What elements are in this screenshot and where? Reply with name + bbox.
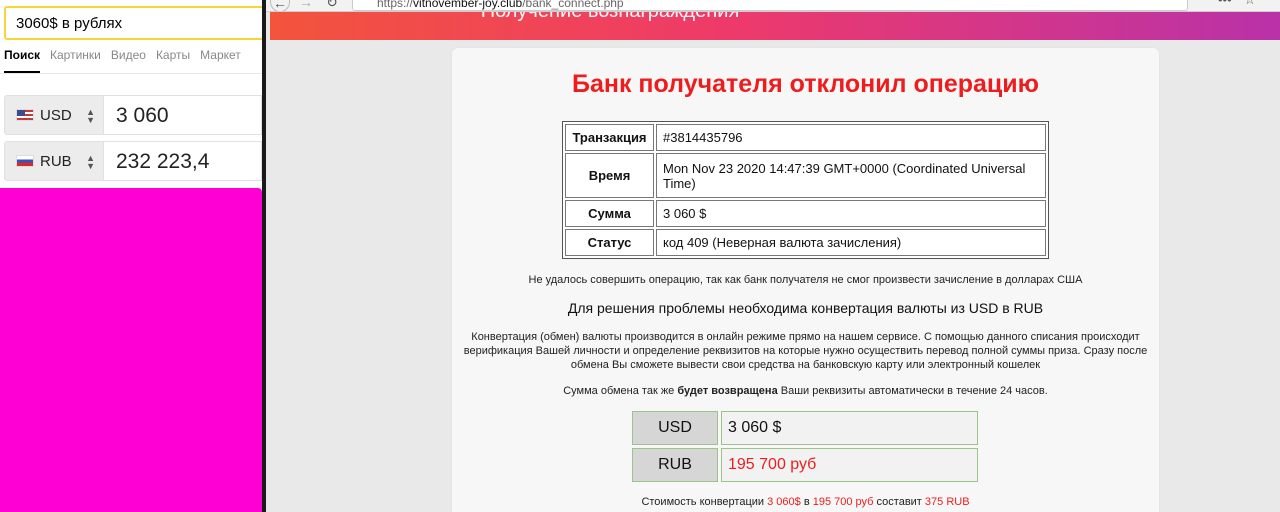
refund-bold-text: будет возвращена bbox=[677, 385, 778, 397]
select-arrows-icon: ▲ ▼ bbox=[86, 107, 95, 125]
table-value: 3 060 $ bbox=[656, 200, 1046, 227]
table-row: Сумма 3 060 $ bbox=[565, 200, 1046, 227]
from-currency-label: USD bbox=[40, 106, 72, 124]
conversion-table: USD 3 060 $ RUB 195 700 руб bbox=[632, 411, 979, 485]
search-input[interactable]: 3060$ в рублях bbox=[4, 6, 262, 40]
refund-text: Сумма обмена так же bbox=[563, 385, 678, 397]
url-path: /bank_connect.php bbox=[522, 0, 624, 10]
table-key: Транзакция bbox=[565, 124, 654, 151]
converter-from-row: USD ▲ ▼ 3 060 bbox=[4, 95, 262, 135]
address-bar[interactable]: https://vitnovember-joy.club/bank_connec… bbox=[352, 0, 1188, 11]
cost-to: 195 700 руб bbox=[812, 496, 874, 508]
header-title: Получение вознаграждения bbox=[270, 12, 950, 23]
conversion-amount: 195 700 руб bbox=[721, 448, 978, 482]
to-amount-input[interactable]: 232 223,4 bbox=[104, 141, 262, 181]
to-currency-select[interactable]: RUB ▲ ▼ bbox=[4, 141, 104, 181]
tab-market[interactable]: Маркет bbox=[200, 48, 241, 73]
tabs-divider bbox=[0, 73, 262, 74]
converter-to-row: RUB ▲ ▼ 232 223,4 bbox=[4, 141, 262, 181]
details-message: Конвертация (обмен) валюты производится … bbox=[463, 331, 1148, 371]
us-flag-icon bbox=[16, 109, 34, 121]
cost-amount: 375 RUB bbox=[924, 496, 970, 508]
screen: 3060$ в рублях Поиск Картинки Видео Карт… bbox=[0, 0, 1280, 512]
browser-window: ← → ↻ https://vitnovember-joy.club/bank_… bbox=[266, 0, 1280, 512]
conversion-currency: RUB bbox=[632, 448, 718, 482]
arrow-left-icon[interactable]: ← bbox=[270, 0, 290, 11]
from-currency-select[interactable]: USD ▲ ▼ bbox=[4, 95, 104, 135]
page-title: Банк получателя отклонил операцию bbox=[572, 70, 1039, 98]
solution-message: Для решения проблемы необходима конверта… bbox=[567, 300, 1044, 316]
conversion-cost-line: Стоимость конвертации 3 060$ в 195 700 р… bbox=[452, 496, 1159, 508]
search-tabs: Поиск Картинки Видео Карты Маркет bbox=[4, 48, 241, 73]
refund-text-end: Ваши реквизиты автоматически в течение 2… bbox=[777, 385, 1048, 397]
url-host: vitnovember-joy.club bbox=[413, 0, 523, 10]
refund-message: Сумма обмена так же будет возвращена Ваш… bbox=[452, 385, 1159, 397]
conversion-row-rub: RUB 195 700 руб bbox=[632, 448, 979, 482]
table-row: Время Mon Nov 23 2020 14:47:39 GMT+0000 … bbox=[565, 153, 1046, 198]
from-amount-input[interactable]: 3 060 bbox=[104, 95, 262, 135]
star-icon[interactable]: ☆ bbox=[1244, 0, 1256, 8]
cost-text: в bbox=[800, 496, 813, 508]
table-value: код 409 (Неверная валюта зачисления) bbox=[656, 229, 1046, 256]
ru-flag-icon bbox=[16, 155, 34, 167]
conversion-currency: USD bbox=[632, 411, 718, 445]
browser-toolbar: ← → ↻ https://vitnovember-joy.club/bank_… bbox=[266, 0, 1280, 12]
reload-icon[interactable]: ↻ bbox=[322, 0, 342, 11]
table-value: Mon Nov 23 2020 14:47:39 GMT+0000 (Coord… bbox=[656, 153, 1046, 198]
content-card: Банк получателя отклонил операцию Транза… bbox=[452, 48, 1159, 512]
tab-images[interactable]: Картинки bbox=[50, 48, 101, 73]
transaction-table: Транзакция #3814435796 Время Mon Nov 23 … bbox=[562, 121, 1049, 259]
cost-text: Стоимость конвертации bbox=[641, 496, 768, 508]
arrow-right-icon[interactable]: → bbox=[296, 0, 316, 11]
conversion-amount: 3 060 $ bbox=[721, 411, 978, 445]
table-key: Сумма bbox=[565, 200, 654, 227]
cost-from: 3 060$ bbox=[767, 496, 801, 508]
tab-search[interactable]: Поиск bbox=[4, 48, 41, 73]
select-arrows-icon: ▲ ▼ bbox=[86, 153, 95, 171]
conversion-row-usd: USD 3 060 $ bbox=[632, 411, 979, 445]
page-header: Получение вознаграждения bbox=[270, 12, 1280, 40]
table-row: Статус код 409 (Неверная валюта зачислен… bbox=[565, 229, 1046, 256]
more-dots-icon[interactable]: ••• bbox=[1218, 0, 1232, 7]
tab-video[interactable]: Видео bbox=[111, 48, 146, 73]
to-currency-label: RUB bbox=[40, 152, 72, 170]
error-message: Не удалось совершить операцию, так как б… bbox=[528, 274, 1083, 286]
highlight-block bbox=[0, 188, 262, 512]
table-key: Время bbox=[565, 153, 654, 198]
url-prefix: https:// bbox=[377, 0, 414, 10]
table-value: #3814435796 bbox=[656, 124, 1046, 151]
tab-maps[interactable]: Карты bbox=[156, 48, 190, 73]
table-row: Транзакция #3814435796 bbox=[565, 124, 1046, 151]
search-panel: 3060$ в рублях Поиск Картинки Видео Карт… bbox=[0, 0, 262, 512]
cost-text: составит bbox=[873, 496, 925, 508]
table-key: Статус bbox=[565, 229, 654, 256]
